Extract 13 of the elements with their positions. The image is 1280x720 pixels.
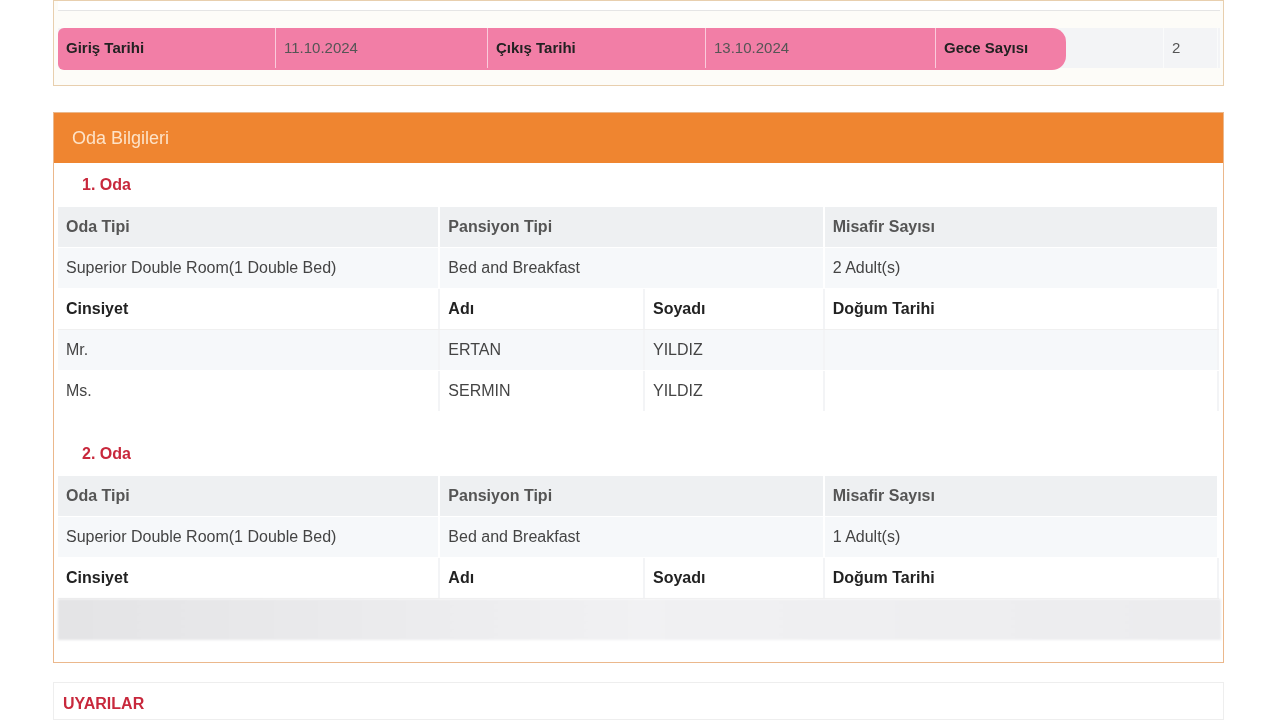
room-title: 2. Oda (82, 444, 131, 464)
field-value: 2 (1172, 37, 1181, 58)
table-cell: SERMIN (440, 371, 645, 411)
field-label: Gece Sayısı (944, 37, 1029, 58)
room-title: 1. Oda (82, 175, 131, 195)
section-header: Oda Bilgileri (54, 113, 1223, 163)
field-value: 11.10.2024 (284, 37, 358, 58)
section-title: UYARILAR (63, 695, 145, 712)
field-label: Çıkış Tarihi (496, 37, 576, 58)
table-cell: YILDIZ (645, 371, 825, 411)
field-label: Giriş Tarihi (66, 37, 145, 58)
field-value: 13.10.2024 (714, 37, 790, 58)
table-cell: Ms. (58, 371, 441, 411)
